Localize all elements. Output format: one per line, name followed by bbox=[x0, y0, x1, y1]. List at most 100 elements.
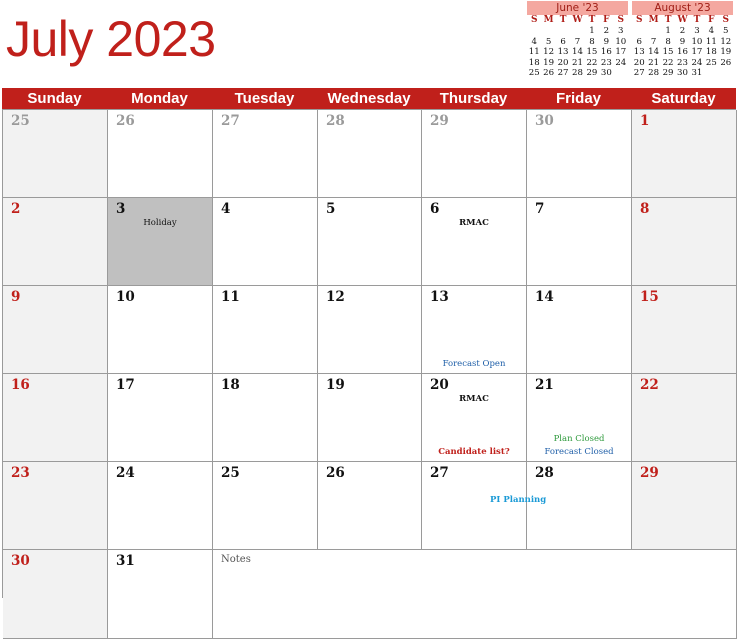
mini-calendar-august-weekdays: SMTWTFS bbox=[632, 15, 733, 26]
mini-day: 7 bbox=[574, 36, 581, 47]
day-cell[interactable]: 9 bbox=[3, 286, 108, 374]
notes-label: Notes bbox=[221, 554, 251, 565]
mini-day: 22 bbox=[586, 57, 598, 68]
day-cell[interactable]: 29 bbox=[422, 110, 527, 198]
event-label[interactable]: Candidate list? bbox=[422, 447, 526, 457]
day-number: 14 bbox=[535, 289, 554, 305]
day-number: 18 bbox=[221, 377, 240, 393]
day-cell[interactable]: 26 bbox=[318, 462, 422, 550]
mini-day: 20 bbox=[557, 57, 569, 68]
mini-day bbox=[719, 68, 733, 79]
mini-day: 16 bbox=[600, 47, 612, 58]
event-label[interactable]: Holiday bbox=[108, 218, 212, 228]
day-cell[interactable]: 25 bbox=[213, 462, 318, 550]
day-cell[interactable]: 11 bbox=[213, 286, 318, 374]
day-cell[interactable]: 7 bbox=[527, 198, 632, 286]
mini-day: 6 bbox=[636, 36, 642, 47]
mini-weekday-letter: M bbox=[543, 15, 554, 25]
day-cell[interactable]: 21 Plan Closed Forecast Closed bbox=[527, 374, 632, 462]
day-cell[interactable]: 6 RMAC bbox=[422, 198, 527, 286]
day-cell[interactable]: 24 bbox=[108, 462, 213, 550]
day-cell[interactable]: 22 bbox=[632, 374, 737, 462]
mini-day bbox=[646, 26, 660, 37]
mini-day: 31 bbox=[691, 68, 703, 79]
day-cell[interactable]: 19 bbox=[318, 374, 422, 462]
day-cell[interactable]: 12 bbox=[318, 286, 422, 374]
day-cell[interactable]: 3 Holiday bbox=[108, 198, 213, 286]
event-label[interactable]: RMAC bbox=[422, 218, 526, 228]
day-cell[interactable]: 25 bbox=[3, 110, 108, 198]
mini-weekday-letter: F bbox=[708, 15, 715, 25]
day-cell[interactable]: 28 bbox=[527, 462, 632, 550]
mini-day: 15 bbox=[662, 47, 674, 58]
mini-day: 29 bbox=[586, 68, 598, 79]
mini-day: 5 bbox=[545, 36, 552, 47]
day-number: 20 bbox=[430, 377, 449, 393]
day-cell[interactable]: 27 bbox=[422, 462, 527, 550]
day-cell[interactable]: 14 bbox=[527, 286, 632, 374]
day-cell[interactable]: 15 bbox=[632, 286, 737, 374]
mini-day: 9 bbox=[603, 36, 610, 47]
event-label[interactable]: Plan Closed bbox=[527, 434, 631, 444]
day-cell[interactable]: 8 bbox=[632, 198, 737, 286]
event-label-pi-planning[interactable]: PI Planning bbox=[490, 495, 546, 505]
day-cell[interactable]: 29 bbox=[632, 462, 737, 550]
day-cell[interactable]: 30 bbox=[527, 110, 632, 198]
day-cell[interactable]: 4 bbox=[213, 198, 318, 286]
day-cell[interactable]: 31 bbox=[108, 550, 213, 639]
mini-day: 9 bbox=[679, 36, 686, 47]
notes-area[interactable]: Notes bbox=[213, 550, 737, 639]
mini-calendar-august: August '23 SMTWTFS 1 2 3 4 5 6 7 8 9 10 11 12 13 14 15… bbox=[632, 1, 733, 79]
mini-day bbox=[632, 26, 646, 37]
day-cell[interactable]: 23 bbox=[3, 462, 108, 550]
day-cell[interactable]: 5 bbox=[318, 198, 422, 286]
event-label[interactable]: Forecast Open bbox=[422, 359, 526, 369]
day-number: 29 bbox=[640, 465, 659, 481]
day-cell[interactable]: 18 bbox=[213, 374, 318, 462]
mini-weekday-letter: S bbox=[530, 15, 538, 25]
day-number: 31 bbox=[116, 553, 135, 569]
mini-day: 30 bbox=[677, 68, 688, 79]
day-cell[interactable]: 26 bbox=[108, 110, 213, 198]
day-cell[interactable]: 1 bbox=[632, 110, 737, 198]
mini-day: 25 bbox=[705, 57, 717, 68]
mini-day: 2 bbox=[603, 26, 610, 36]
mini-day: 27 bbox=[557, 68, 569, 79]
day-number: 11 bbox=[221, 289, 240, 305]
day-cell[interactable]: 16 bbox=[3, 374, 108, 462]
mini-day: 23 bbox=[600, 57, 612, 68]
day-cell[interactable]: 10 bbox=[108, 286, 213, 374]
weekday-header: Sunday Monday Tuesday Wednesday Thursday… bbox=[2, 88, 736, 109]
mini-day: 18 bbox=[705, 47, 717, 58]
event-label[interactable]: Forecast Closed bbox=[527, 447, 631, 457]
day-number: 27 bbox=[430, 465, 449, 481]
mini-day: 2 bbox=[679, 26, 686, 36]
mini-day: 17 bbox=[691, 47, 703, 58]
day-cell[interactable]: 20 RMAC Candidate list? bbox=[422, 374, 527, 462]
day-number: 9 bbox=[11, 289, 21, 305]
mini-day: 19 bbox=[720, 47, 732, 58]
mini-day: 26 bbox=[543, 68, 555, 79]
mini-day: 25 bbox=[528, 68, 540, 79]
day-number: 30 bbox=[535, 113, 554, 129]
mini-day bbox=[614, 68, 628, 79]
mini-day: 22 bbox=[662, 57, 674, 68]
weekday-tuesday: Tuesday bbox=[234, 90, 295, 107]
day-number: 25 bbox=[221, 465, 240, 481]
event-label[interactable]: RMAC bbox=[422, 394, 526, 404]
mini-calendar-june: June '23 SMTWTFS 1 2 3 4 5 6 7 8 9 10 11 12 13 14 15 16… bbox=[527, 1, 628, 79]
day-cell[interactable]: 28 bbox=[318, 110, 422, 198]
mini-day: 24 bbox=[691, 57, 703, 68]
day-number: 27 bbox=[221, 113, 240, 129]
day-cell[interactable]: 17 bbox=[108, 374, 213, 462]
day-number: 21 bbox=[535, 377, 554, 393]
day-cell[interactable]: 30 bbox=[3, 550, 108, 639]
day-cell[interactable]: 13 Forecast Open bbox=[422, 286, 527, 374]
day-number: 1 bbox=[640, 113, 650, 129]
mini-day: 20 bbox=[633, 57, 645, 68]
mini-weekday-letter: T bbox=[559, 15, 567, 25]
mini-weekday-letter: S bbox=[722, 15, 730, 25]
mini-day: 10 bbox=[691, 36, 703, 47]
day-cell[interactable]: 27 bbox=[213, 110, 318, 198]
day-cell[interactable]: 2 bbox=[3, 198, 108, 286]
